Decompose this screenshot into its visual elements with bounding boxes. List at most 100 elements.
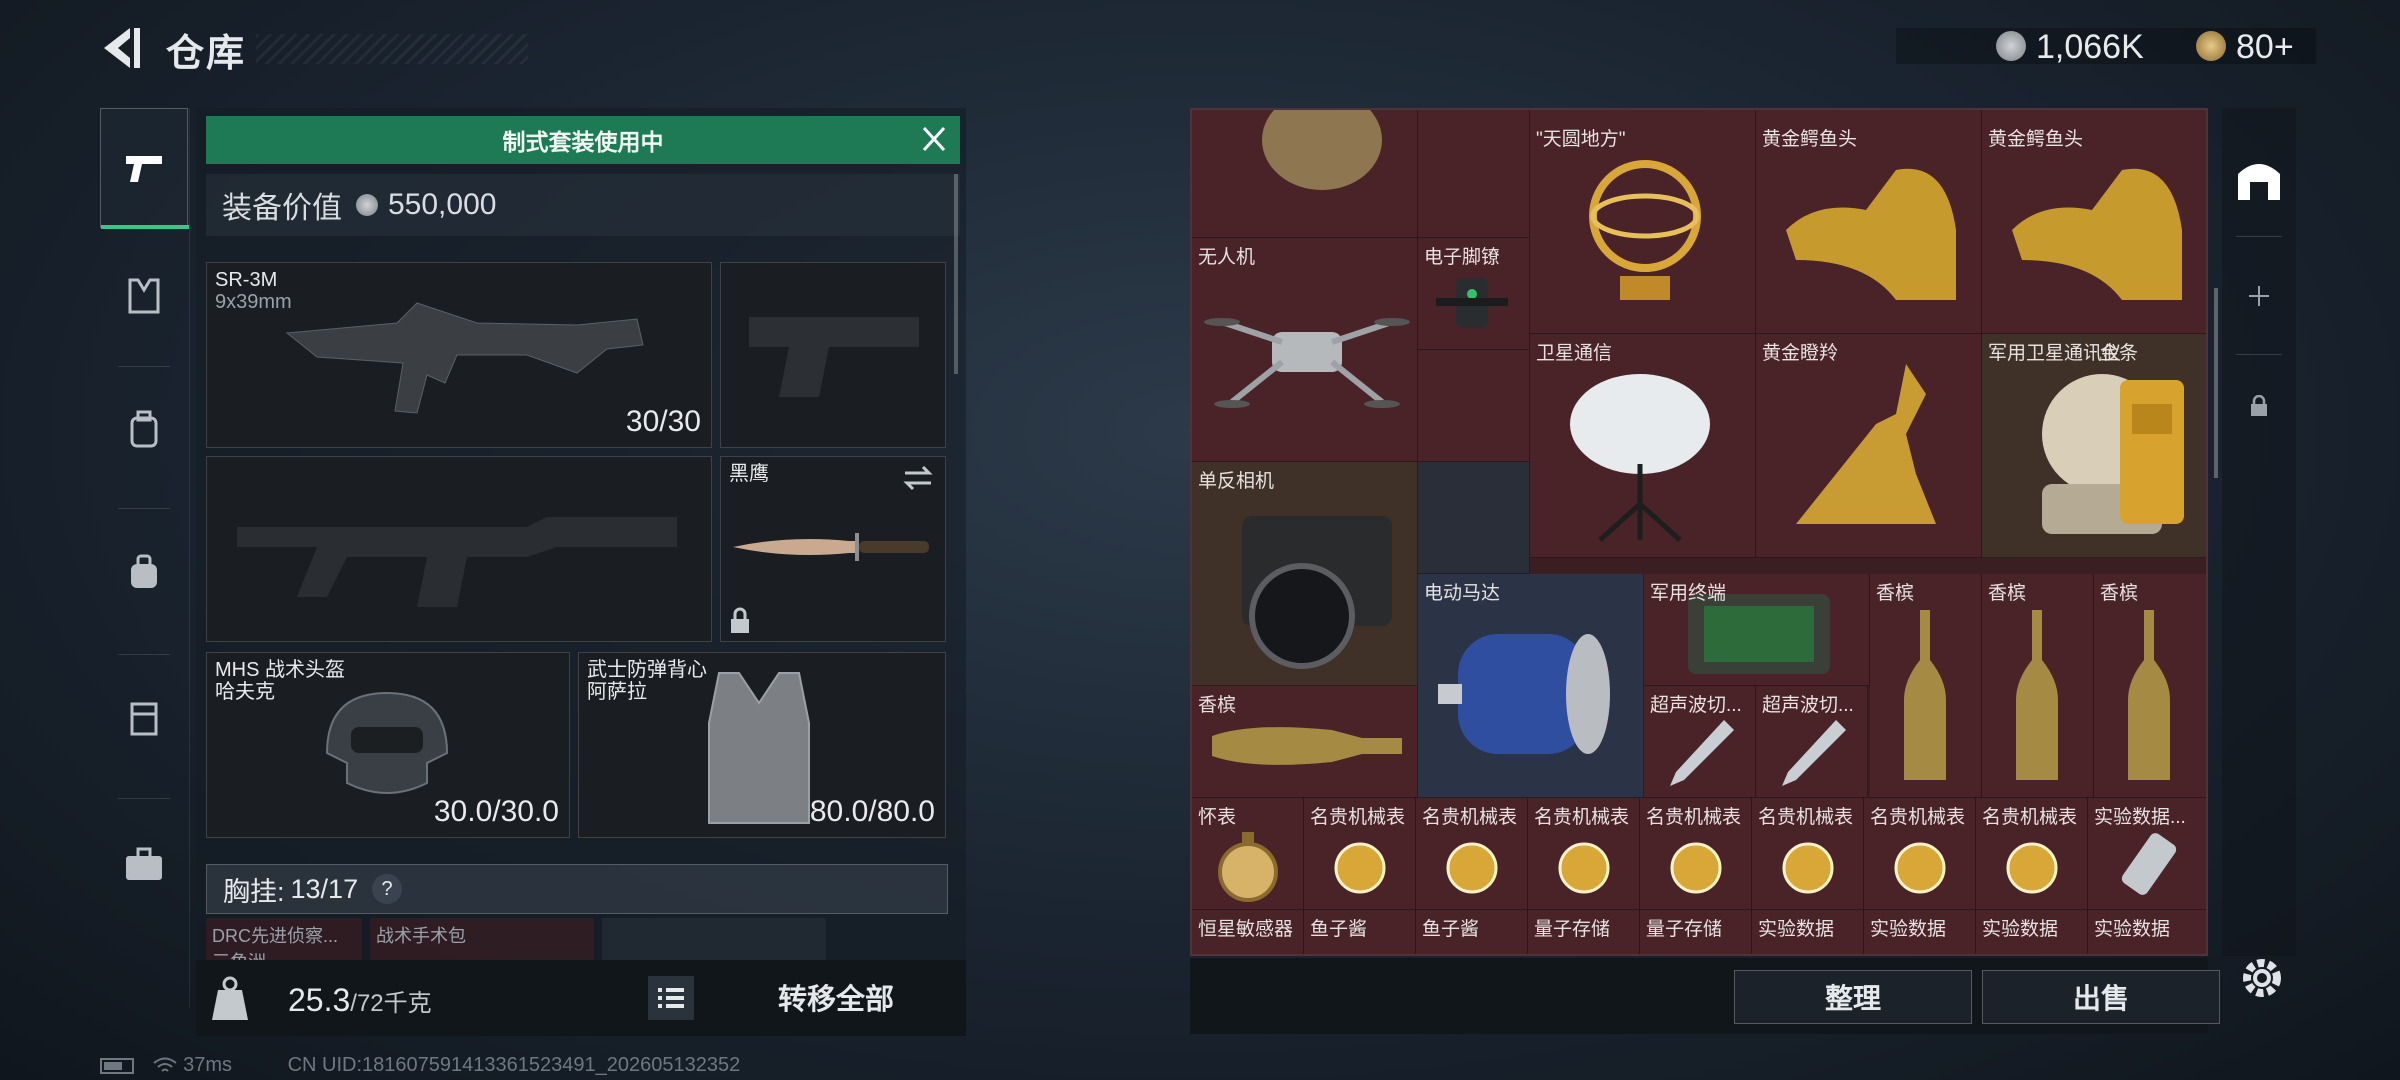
rifle-icon <box>285 302 644 414</box>
stash-item[interactable]: 电子脚镣 <box>1418 238 1530 350</box>
stash-item[interactable]: 名贵机械表 <box>1640 798 1752 910</box>
settings-button[interactable] <box>2236 952 2288 1004</box>
luxury-watch-icon <box>1782 842 1834 894</box>
stash-cell-empty[interactable] <box>1418 110 1530 238</box>
stash-item-bust[interactable] <box>1192 110 1418 238</box>
stash-cell-empty[interactable] <box>1418 462 1530 574</box>
pocket-watch-icon <box>1218 832 1278 902</box>
stash-item[interactable]: 黄金鳄鱼头 <box>1982 110 2206 334</box>
sell-button[interactable]: 出售 <box>1982 970 2220 1024</box>
stash-scrollbar[interactable] <box>2214 288 2218 478</box>
transfer-all-button[interactable]: 转移全部 <box>716 966 956 1028</box>
stash-item[interactable]: 名贵机械表 <box>1976 798 2088 910</box>
vest-item-name: 战术手术包 <box>376 926 466 946</box>
organize-button[interactable]: 整理 <box>1734 970 1972 1024</box>
stash-item[interactable]: 怀表 <box>1192 798 1304 910</box>
secondary-weapon-slot[interactable] <box>206 456 712 642</box>
vest-item[interactable]: 战术手术包 <box>370 918 594 960</box>
primary-weapon-slot[interactable]: SR-3M 9x39mm 30/30 <box>206 262 712 448</box>
luxury-watch-icon <box>1670 842 1722 894</box>
loadout-scrollbar[interactable] <box>954 174 958 374</box>
item-name: 单反相机 <box>1198 471 1275 492</box>
item-name: 名贵机械表 <box>1646 807 1742 828</box>
stash-item[interactable]: 名贵机械表 <box>1304 798 1416 910</box>
list-view-button[interactable] <box>648 976 694 1020</box>
pistol-icon <box>126 156 162 182</box>
armor-name: 武士防弹背心 <box>587 659 707 681</box>
item-name: 黄金瞪羚 <box>1762 343 1839 364</box>
stash-item[interactable]: 超声波切... <box>1644 686 1756 798</box>
back-arrow-icon <box>104 28 140 68</box>
swap-icon[interactable] <box>901 463 935 493</box>
stash-item[interactable]: 实验数据 <box>1752 910 1864 954</box>
stash-cell-empty[interactable] <box>1418 350 1530 462</box>
stash-item[interactable]: 实验数据 <box>1976 910 2088 954</box>
stash-item[interactable]: 香槟 <box>1982 574 2094 798</box>
stash-item[interactable]: 鱼子酱 <box>1416 910 1528 954</box>
briefcase-icon <box>126 847 162 880</box>
item-name: 恒星敏感器 <box>1198 919 1294 940</box>
stash-item[interactable]: 香槟 <box>1192 686 1418 798</box>
stash-item[interactable]: 实验数据 <box>2088 910 2206 954</box>
stash-item[interactable]: 量子存储 <box>1640 910 1752 954</box>
nav-weapons[interactable] <box>100 108 189 229</box>
stash-item[interactable]: 单反相机 <box>1192 462 1418 686</box>
nav-container[interactable] <box>98 658 190 778</box>
list-icon <box>658 988 684 1008</box>
stash-item[interactable]: 军用终端 <box>1644 574 1870 686</box>
close-icon <box>922 126 946 152</box>
pistol-slot[interactable] <box>720 262 946 448</box>
stash-item[interactable]: 鱼子酱 <box>1304 910 1416 954</box>
nav-bag[interactable] <box>98 512 190 632</box>
help-icon[interactable]: ? <box>372 874 403 904</box>
stash-item[interactable]: 香槟 <box>1870 574 1982 798</box>
stash-item[interactable]: 名贵机械表 <box>1528 798 1640 910</box>
stash-item[interactable]: 名贵机械表 <box>1752 798 1864 910</box>
vest-item-sub: 三角洲 <box>212 948 356 960</box>
vest-item[interactable]: DRC先进侦察... 三角洲 <box>206 918 362 960</box>
stash-item[interactable]: 无人机 <box>1192 238 1418 462</box>
item-name: 香槟 <box>1876 583 1915 604</box>
stash-item[interactable]: 卫星通信 <box>1530 334 1756 558</box>
nav-backpack[interactable] <box>98 370 190 490</box>
locked-tab[interactable] <box>2222 356 2296 456</box>
battery-icon <box>100 1057 134 1074</box>
item-name: 实验数据 <box>2094 919 2171 940</box>
stash-item[interactable]: 实验数据... <box>2088 798 2206 910</box>
chest-rig-row[interactable]: 胸挂: 13/17 ? <box>206 864 948 914</box>
stash-item[interactable]: 超声波切... <box>1756 686 1868 798</box>
page-title: 仓库 <box>166 33 247 75</box>
close-banner-button[interactable] <box>914 122 954 158</box>
ammo-count: 30/30 <box>625 405 701 438</box>
stash-grid: "天圆地方" 黄金鳄鱼头 黄金鳄鱼头 无人机 电子脚镣 卫星通信 黄金瞪羚 军用… <box>1190 108 2208 956</box>
stash-item[interactable]: 电动马达 <box>1418 574 1644 798</box>
item-name: 名贵机械表 <box>1982 807 2078 828</box>
stash-item[interactable]: 名贵机械表 <box>1416 798 1528 910</box>
stash-item[interactable]: 实验数据 <box>1864 910 1976 954</box>
melee-slot[interactable]: 黑鹰 <box>720 456 946 642</box>
stash-item[interactable]: 量子存储 <box>1528 910 1640 954</box>
luxury-watch-icon <box>1446 842 1498 894</box>
armor-slot[interactable]: 武士防弹背心 阿萨拉 80.0/80.0 <box>578 652 946 838</box>
stash-item[interactable]: 恒星敏感器 <box>1192 910 1304 954</box>
luxury-watch-icon <box>1558 842 1610 894</box>
nav-briefcase[interactable] <box>98 804 190 924</box>
tab-warehouse[interactable] <box>2222 130 2296 230</box>
champagne-bottle-icon <box>2128 610 2170 780</box>
stash-item[interactable]: 黄金鳄鱼头 <box>1756 110 1982 334</box>
nav-armor[interactable] <box>98 236 190 356</box>
lock-icon <box>731 607 749 633</box>
lock-icon <box>2251 395 2267 416</box>
add-tab-button[interactable] <box>2222 246 2296 346</box>
helmet-slot[interactable]: MHS 战术头盔 哈夫克 30.0/30.0 <box>206 652 570 838</box>
stash-item[interactable]: 黄金瞪羚 <box>1756 334 1982 558</box>
vest-item-empty[interactable] <box>602 918 826 960</box>
gold-gazelle-icon <box>1796 364 1936 524</box>
stash-item[interactable]: 名贵机械表 <box>1864 798 1976 910</box>
gold-coin-icon <box>2196 31 2226 61</box>
champagne-bottle-icon <box>1904 610 1946 780</box>
gold-crocodile-head-icon <box>2012 168 2182 300</box>
stash-item[interactable]: "天圆地方" <box>1530 110 1756 334</box>
back-button[interactable] <box>96 22 144 74</box>
stash-item[interactable]: 香槟 <box>2094 574 2206 798</box>
